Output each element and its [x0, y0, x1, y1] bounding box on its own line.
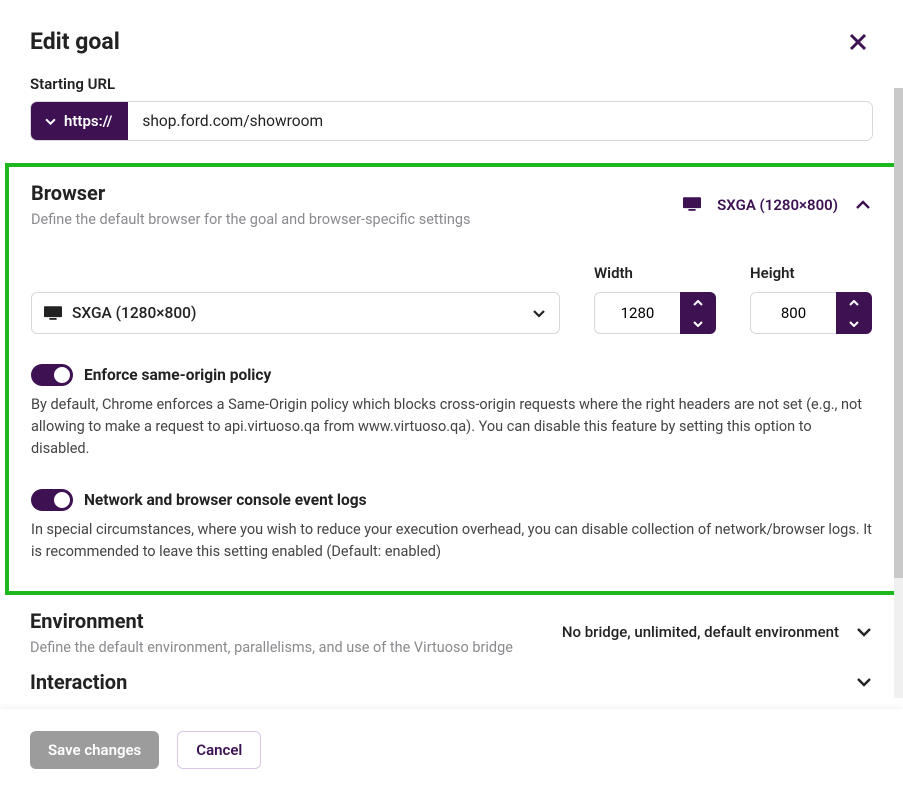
- width-down-icon[interactable]: [680, 313, 716, 334]
- chevron-down-icon: [45, 116, 56, 127]
- height-down-icon[interactable]: [836, 313, 872, 334]
- viewport-select[interactable]: SXGA (1280×800): [31, 292, 560, 334]
- url-input[interactable]: [128, 102, 872, 140]
- environment-subtitle: Define the default environment, parallel…: [30, 639, 562, 656]
- protocol-text: https://: [64, 112, 112, 130]
- logs-label: Network and browser console event logs: [84, 491, 367, 509]
- browser-collapse-toggle[interactable]: [854, 196, 872, 214]
- interaction-expand-toggle[interactable]: [855, 673, 873, 691]
- save-button[interactable]: Save changes: [30, 731, 159, 769]
- scrollbar[interactable]: [894, 88, 903, 698]
- environment-expand-toggle[interactable]: [855, 623, 873, 641]
- page-title: Edit goal: [30, 28, 120, 55]
- environment-summary: No bridge, unlimited, default environmen…: [562, 623, 839, 641]
- width-label: Width: [594, 264, 716, 282]
- url-label: Starting URL: [0, 75, 903, 101]
- browser-subtitle: Define the default browser for the goal …: [31, 211, 683, 228]
- interaction-section: Interaction: [30, 670, 873, 694]
- logs-toggle[interactable]: [31, 489, 73, 511]
- width-up-icon[interactable]: [680, 292, 716, 313]
- same-origin-desc: By default, Chrome enforces a Same-Origi…: [31, 394, 872, 459]
- height-up-icon[interactable]: [836, 292, 872, 313]
- monitor-icon: [44, 306, 62, 321]
- chevron-down-icon: [531, 305, 547, 321]
- interaction-title: Interaction: [30, 670, 855, 694]
- protocol-dropdown[interactable]: https://: [31, 102, 128, 140]
- monitor-icon: [683, 197, 701, 212]
- environment-title: Environment: [30, 609, 562, 633]
- height-label: Height: [750, 264, 872, 282]
- logs-desc: In special circumstances, where you wish…: [31, 519, 872, 563]
- width-stepper[interactable]: [594, 292, 716, 334]
- close-button[interactable]: [847, 31, 869, 53]
- same-origin-toggle[interactable]: [31, 364, 73, 386]
- same-origin-label: Enforce same-origin policy: [84, 366, 271, 384]
- browser-section: Browser Define the default browser for t…: [5, 163, 898, 595]
- browser-summary: SXGA (1280×800): [717, 196, 838, 214]
- url-row: https://: [30, 101, 873, 141]
- viewport-select-value: SXGA (1280×800): [72, 304, 521, 322]
- width-input[interactable]: [594, 292, 680, 334]
- height-stepper[interactable]: [750, 292, 872, 334]
- environment-section: Environment Define the default environme…: [30, 609, 873, 662]
- cancel-button[interactable]: Cancel: [177, 731, 261, 769]
- browser-title: Browser: [31, 181, 683, 205]
- height-input[interactable]: [750, 292, 836, 334]
- scrollbar-thumb[interactable]: [894, 88, 903, 578]
